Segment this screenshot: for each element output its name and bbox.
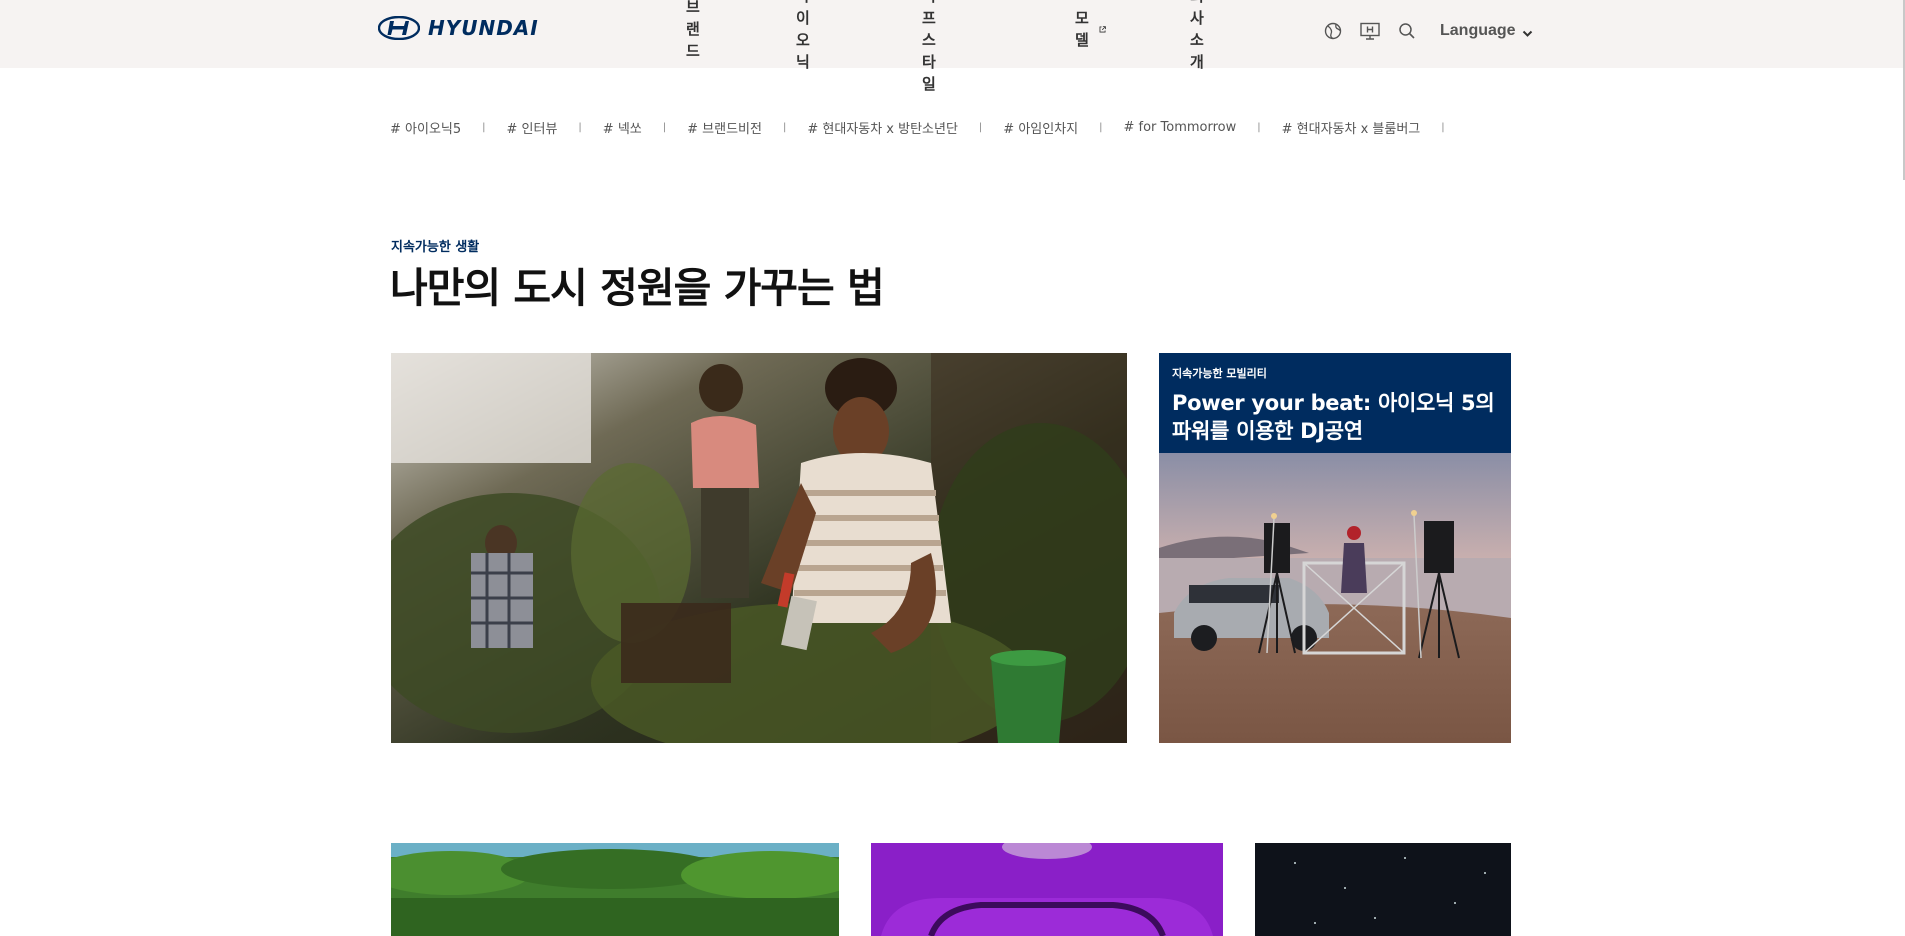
nav-item-brand[interactable]: 브랜드	[686, 0, 700, 60]
tag-separator: |	[578, 121, 582, 133]
tag-nexo[interactable]: # 넥쏘	[603, 118, 642, 137]
language-selector[interactable]: Language	[1440, 20, 1533, 42]
nav-label: 회사소개	[1190, 0, 1204, 71]
card-header: 지속가능한 모빌리티 Power your beat: 아이오닉 5의 파워를 …	[1159, 353, 1511, 453]
card-category: 지속가능한 모빌리티	[1172, 367, 1267, 380]
tag-for-tomorrow[interactable]: # for Tommorrow	[1124, 120, 1237, 135]
chevron-down-icon	[1522, 30, 1532, 37]
site-header: HYUNDAI 브랜드 아이오닉 라이프스타일 모델 회사소개 Language	[0, 0, 1905, 93]
tag-separator: |	[1099, 121, 1103, 133]
monitor-h-icon[interactable]	[1359, 20, 1381, 42]
nav-label: 브랜드	[686, 0, 700, 60]
dj-performance-image	[1159, 453, 1511, 743]
tag-separator: |	[482, 121, 486, 133]
hyundai-emblem-icon	[378, 16, 420, 40]
tag-hyundai-bts[interactable]: # 현대자동차 x 방탄소년단	[807, 118, 958, 137]
nav-label: 라이프스타일	[922, 0, 936, 93]
tag-ioniq5[interactable]: # 아이오닉5	[390, 118, 461, 137]
tag-separator: |	[1257, 121, 1261, 133]
external-link-icon	[1099, 25, 1106, 32]
tag-separator: |	[978, 121, 983, 133]
article-thumbnail-trees[interactable]	[391, 843, 839, 936]
utility-icons	[1322, 20, 1433, 42]
search-icon[interactable]	[1396, 20, 1418, 42]
card-title-line: 파워를 이용한 DJ공연	[1172, 419, 1363, 443]
tag-im-in-charge[interactable]: # 아임인차지	[1003, 118, 1078, 137]
tag-separator: |	[662, 121, 667, 133]
side-article-card[interactable]: 지속가능한 모빌리티 Power your beat: 아이오닉 5의 파워를 …	[1159, 353, 1511, 743]
article-thumbnail-night[interactable]	[1255, 843, 1511, 936]
nav-item-lifestyle[interactable]: 라이프스타일	[922, 0, 936, 93]
nav-item-ioniq[interactable]: 아이오닉	[796, 0, 810, 71]
feature-title[interactable]: 나만의 도시 정원을 가꾸는 법	[390, 254, 885, 314]
tag-hyundai-bloomberg[interactable]: # 현대자동차 x 블룸버그	[1282, 118, 1421, 137]
nav-label: 모델	[1075, 9, 1089, 49]
feature-category: 지속가능한 생활	[391, 240, 480, 255]
logo-wordmark: HYUNDAI	[428, 16, 539, 40]
card-title: Power your beat: 아이오닉 5의 파워를 이용한 DJ공연	[1172, 389, 1498, 445]
tag-brand-vision[interactable]: # 브랜드비전	[687, 118, 762, 137]
tag-interview[interactable]: # 인터뷰	[507, 118, 558, 137]
language-label: Language	[1440, 22, 1516, 39]
tag-separator: |	[782, 121, 787, 133]
feature-hero-image[interactable]	[391, 353, 1127, 743]
card-title-line: Power your beat: 아이오닉 5의	[1172, 391, 1495, 415]
hyundai-logo[interactable]: HYUNDAI	[378, 15, 539, 41]
globe-icon[interactable]	[1322, 20, 1344, 42]
nav-item-models[interactable]: 모델	[1075, 9, 1106, 49]
article-thumbnail-purple[interactable]	[871, 843, 1223, 936]
tag-separator: |	[1441, 121, 1445, 133]
hashtag-list: # 아이오닉5 | # 인터뷰 | # 넥쏘 | # 브랜드비전 | # 현대자…	[390, 117, 1466, 137]
nav-item-company[interactable]: 회사소개	[1190, 0, 1204, 71]
nav-label: 아이오닉	[796, 0, 810, 71]
garden-photo	[391, 353, 1127, 743]
